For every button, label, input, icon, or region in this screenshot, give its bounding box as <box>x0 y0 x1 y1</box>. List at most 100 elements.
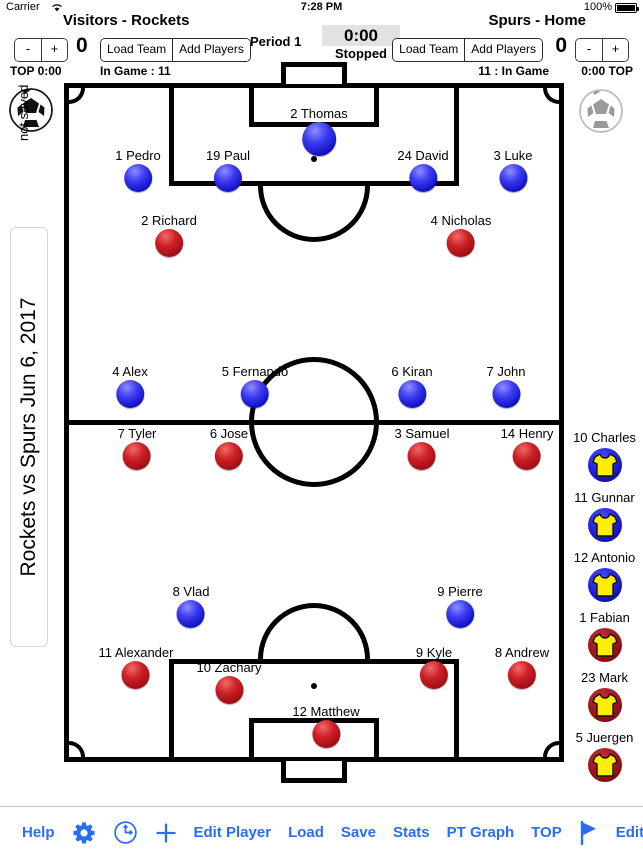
left-rail: not saved Rockets vs Spurs Jun 6, 2017 <box>0 83 62 762</box>
bench-player-item[interactable]: 1 Fabian <box>566 610 643 670</box>
play-flag-icon[interactable] <box>579 820 599 845</box>
bench-player-item[interactable]: 10 Charles <box>566 430 643 490</box>
field-player[interactable]: 9 Kyle <box>416 645 452 689</box>
right-score-plus-button[interactable]: + <box>602 39 628 61</box>
field-player[interactable]: 8 Andrew <box>495 645 549 689</box>
bench-player-item[interactable]: 12 Antonio <box>566 550 643 610</box>
player-marker-icon[interactable] <box>214 164 242 192</box>
player-label: 14 Henry <box>500 426 554 441</box>
top-timer-left: TOP 0:00 <box>10 64 62 78</box>
field-player[interactable]: 14 Henry <box>500 426 554 470</box>
toolbar-help-button[interactable]: Help <box>22 824 55 841</box>
soccer-ball-icon[interactable] <box>8 87 54 133</box>
field-player[interactable]: 12 Matthew <box>292 704 360 748</box>
left-add-players-button[interactable]: Add Players <box>172 39 250 61</box>
field-player[interactable]: 6 Jose <box>210 426 248 470</box>
player-marker-icon[interactable] <box>215 442 243 470</box>
field-player[interactable]: 19 Paul <box>206 148 250 192</box>
player-marker-icon[interactable] <box>115 380 144 408</box>
game-clock[interactable]: 0:00 Stopped <box>322 25 400 62</box>
right-team-actions[interactable]: Load Team Add Players <box>392 38 543 62</box>
field-player[interactable]: 2 Richard <box>141 213 197 257</box>
toolbar-edit-team-button[interactable]: Edit Team <box>616 824 643 841</box>
soccer-ball-icon-inactive[interactable] <box>578 88 624 134</box>
player-marker-icon[interactable] <box>311 720 340 748</box>
field-player[interactable]: 10 Zachary <box>196 660 262 704</box>
field-player[interactable]: 8 Vlad <box>173 584 209 628</box>
field-player[interactable]: 3 Luke <box>493 148 533 192</box>
field-player[interactable]: 11 Alexander <box>99 645 173 689</box>
player-marker-icon[interactable] <box>122 661 150 689</box>
field-player[interactable]: 7 John <box>486 364 526 408</box>
jersey-icon[interactable] <box>587 448 622 482</box>
player-marker-icon[interactable] <box>446 600 474 628</box>
field-player[interactable]: 7 Tyler <box>118 426 156 470</box>
plus-icon[interactable] <box>155 822 177 844</box>
player-label: 1 Pedro <box>115 148 161 163</box>
toolbar-top-button[interactable]: TOP <box>531 824 562 841</box>
game-title-box[interactable]: Rockets vs Spurs Jun 6, 2017 <box>10 227 48 647</box>
player-label: 5 Fernando <box>221 364 289 379</box>
bench-player-label: 1 Fabian <box>579 610 630 625</box>
left-score-minus-button[interactable]: - <box>15 39 41 61</box>
right-score-stepper[interactable]: - + <box>575 38 629 62</box>
player-marker-icon[interactable] <box>177 600 205 628</box>
toolbar-load-button[interactable]: Load <box>288 824 324 841</box>
player-marker-icon[interactable] <box>241 380 269 408</box>
player-label: 4 Nicholas <box>430 213 492 228</box>
player-label: 12 Matthew <box>292 704 360 719</box>
bench-player-item[interactable]: 23 Mark <box>566 670 643 730</box>
player-marker-icon[interactable] <box>409 164 437 192</box>
clock-time[interactable]: 0:00 <box>322 25 400 46</box>
toolbar-pt-graph-button[interactable]: PT Graph <box>447 824 515 841</box>
field-player[interactable]: 6 Kiran <box>391 364 433 408</box>
bench-player-item[interactable]: 11 Gunnar <box>566 490 643 550</box>
jersey-icon[interactable] <box>587 688 622 722</box>
field-player[interactable]: 9 Pierre <box>437 584 483 628</box>
goalkeeper-marker-icon[interactable] <box>301 122 336 156</box>
left-load-team-button[interactable]: Load Team <box>101 39 173 61</box>
toolbar-edit-player-button[interactable]: Edit Player <box>194 824 272 841</box>
player-marker-icon[interactable] <box>397 380 426 408</box>
field-player[interactable]: 3 Samuel <box>395 426 449 470</box>
player-marker-icon[interactable] <box>154 229 183 257</box>
penalty-arc-bottom <box>258 603 370 659</box>
player-marker-icon[interactable] <box>491 380 520 408</box>
left-score-plus-button[interactable]: + <box>41 39 67 61</box>
jersey-icon[interactable] <box>587 508 622 542</box>
field-player[interactable]: 4 Nicholas <box>430 213 492 257</box>
player-marker-icon[interactable] <box>407 442 436 470</box>
field-player[interactable]: 24 David <box>397 148 449 192</box>
period-label: Period 1 <box>250 34 302 49</box>
player-label: 4 Alex <box>112 364 148 379</box>
player-label: 10 Zachary <box>196 660 262 675</box>
toolbar-save-button[interactable]: Save <box>341 824 376 841</box>
right-load-team-button[interactable]: Load Team <box>393 39 465 61</box>
gear-icon[interactable] <box>72 821 96 845</box>
player-marker-icon[interactable] <box>419 661 448 689</box>
player-marker-icon[interactable] <box>507 661 536 689</box>
bench-player-item[interactable]: 5 Juergen <box>566 730 643 790</box>
toolbar-stats-button[interactable]: Stats <box>393 824 430 841</box>
right-add-players-button[interactable]: Add Players <box>464 39 542 61</box>
left-score-stepper[interactable]: - + <box>14 38 68 62</box>
clock-icon[interactable] <box>113 820 138 845</box>
soccer-field[interactable]: 2 Thomas 1 Pedro 19 Paul 24 David 3 Luke 2 Ri… <box>64 62 564 783</box>
player-marker-icon[interactable] <box>446 229 475 257</box>
corner-arc-top-left <box>69 88 85 104</box>
jersey-icon[interactable] <box>587 748 622 782</box>
jersey-icon[interactable] <box>587 628 622 662</box>
jersey-icon[interactable] <box>587 568 622 602</box>
right-score-minus-button[interactable]: - <box>576 39 602 61</box>
field-player[interactable]: 5 Fernando <box>221 364 289 408</box>
player-marker-icon[interactable] <box>123 164 152 192</box>
player-marker-icon[interactable] <box>498 164 527 192</box>
left-team-actions[interactable]: Load Team Add Players <box>100 38 251 62</box>
player-marker-icon[interactable] <box>123 442 151 470</box>
field-player[interactable]: 4 Alex <box>112 364 148 408</box>
player-marker-icon[interactable] <box>214 676 243 704</box>
player-marker-icon[interactable] <box>513 442 541 470</box>
player-label: 3 Luke <box>493 148 533 163</box>
field-player[interactable]: 2 Thomas <box>290 106 348 156</box>
field-player[interactable]: 1 Pedro <box>115 148 161 192</box>
